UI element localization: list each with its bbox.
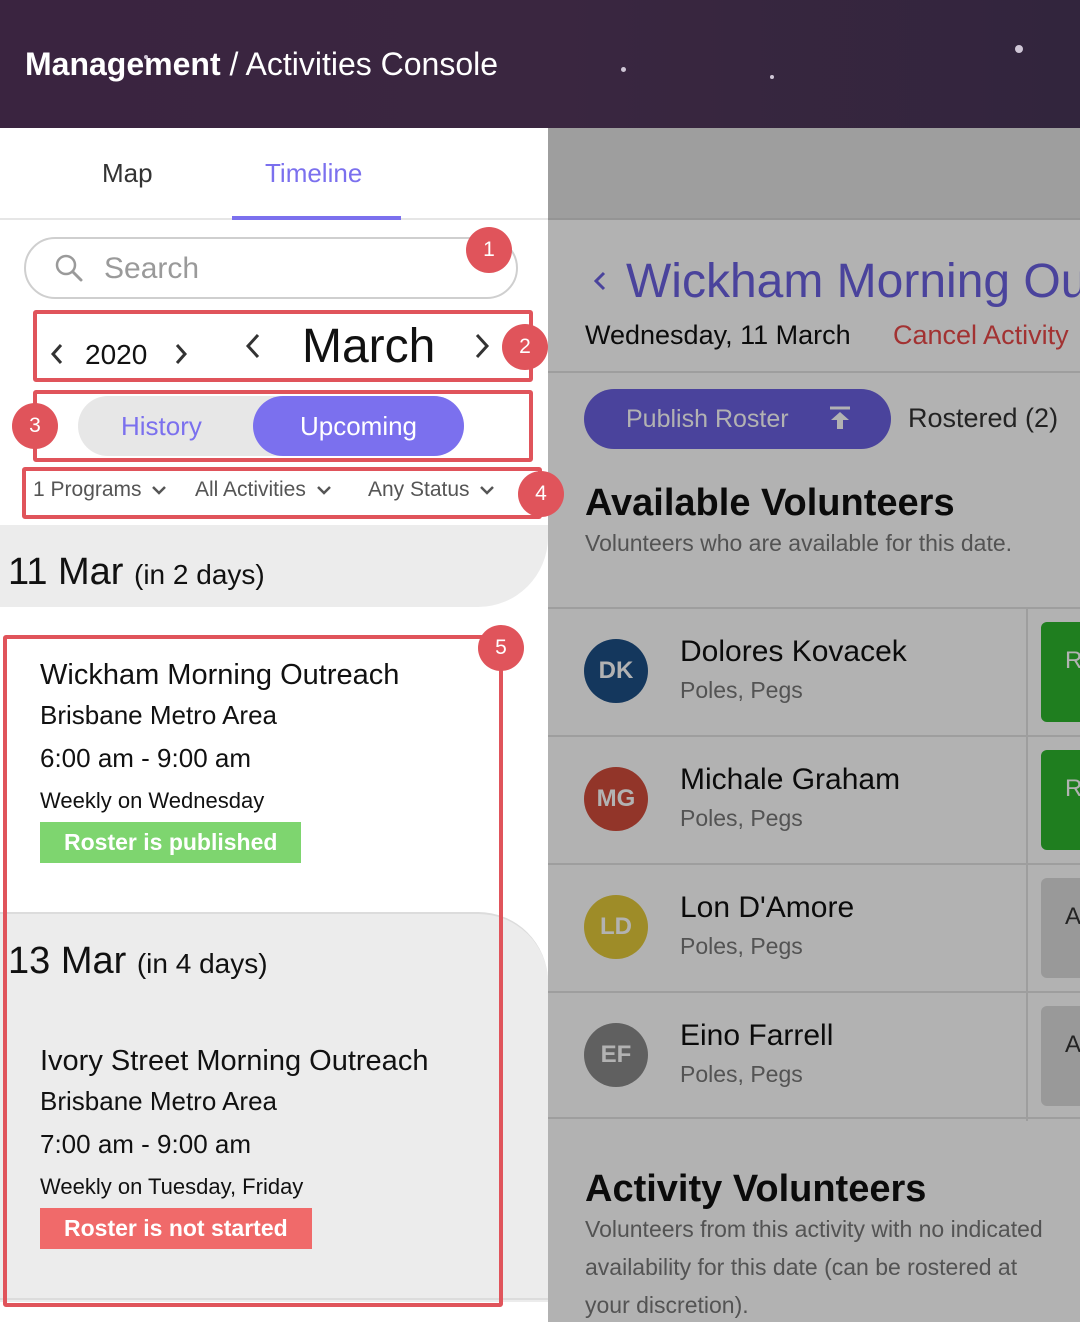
day-header: 11 Mar (in 2 days) [0,525,548,607]
modal-overlay [548,128,1080,1322]
annotation-marker-1: 1 [466,227,512,273]
day-date: 11 Mar [8,551,124,593]
search-icon [55,254,83,282]
annotation-marker-4: 4 [518,471,564,517]
annotation-marker-2: 2 [502,324,548,370]
annotation-box-3 [33,390,533,462]
page-title: Activities Console [245,46,499,82]
annotation-box-5 [3,635,503,1307]
day-title: 11 Mar (in 2 days) [8,551,265,594]
decorative-dot [621,67,626,72]
decorative-dot [770,75,774,79]
app-header: Management / Activities Console [0,0,1080,128]
active-tab-indicator [232,216,401,220]
breadcrumb: Management / Activities Console [25,46,498,83]
activity-detail-panel: Wickham Morning Out Wednesday, 11 March … [548,128,1080,1322]
breadcrumb-root[interactable]: Management [25,46,221,82]
view-tabs: Map Timeline [0,128,548,220]
day-relative: (in 2 days) [134,559,265,590]
annotation-box-4 [22,467,542,519]
search-input[interactable]: Search [24,237,518,299]
search-placeholder: Search [104,252,200,285]
decorative-dot [144,55,148,59]
annotation-box-2 [33,310,533,382]
annotation-marker-5: 5 [478,625,524,671]
tab-timeline[interactable]: Timeline [265,158,362,189]
decorative-dot [1015,45,1023,53]
breadcrumb-separator: / [220,46,246,82]
annotation-marker-3: 3 [12,403,58,449]
tab-map[interactable]: Map [102,158,153,189]
